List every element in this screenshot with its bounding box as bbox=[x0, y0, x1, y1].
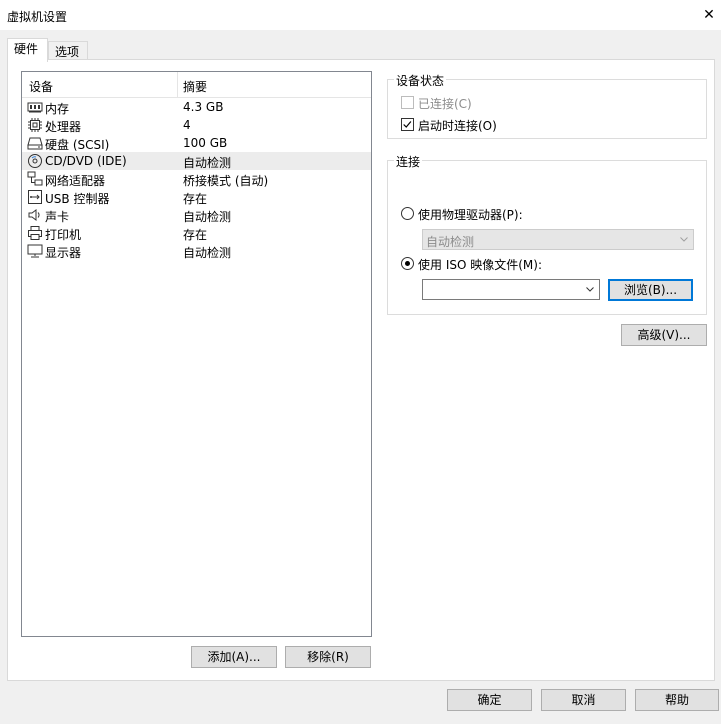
device-status-title: 设备状态 bbox=[394, 72, 447, 89]
hard-disk-icon bbox=[27, 137, 43, 150]
connect-at-power-on-label[interactable]: 启动时连接(O) bbox=[418, 117, 497, 134]
processor-icon bbox=[28, 118, 42, 132]
device-summary: 自动检测 bbox=[183, 210, 232, 224]
device-list[interactable]: 设备 摘要 内存 4.3 GB 处理器 4 硬盘 (SCSI) 100 GB C… bbox=[21, 71, 372, 637]
device-status-group: 设备状态 已连接(C) 启动时连接(O) bbox=[387, 72, 707, 139]
help-button[interactable]: 帮助 bbox=[635, 689, 719, 711]
tab-hardware-label: 硬件 bbox=[14, 42, 39, 56]
chevron-down-icon bbox=[680, 237, 688, 242]
column-header-summary[interactable]: 摘要 bbox=[183, 78, 207, 95]
dialog-footer: 确定 取消 帮助 bbox=[0, 683, 721, 724]
tab-hardware[interactable]: 硬件 bbox=[7, 38, 48, 62]
column-separator[interactable] bbox=[177, 72, 178, 98]
device-name: 显示器 bbox=[45, 246, 82, 260]
device-summary: 100 GB bbox=[183, 136, 228, 150]
connection-group: 连接 使用物理驱动器(P): 自动检测 使用 ISO 映像文件(M): 浏览(B… bbox=[387, 153, 707, 315]
hardware-tab-panel: 设备 摘要 内存 4.3 GB 处理器 4 硬盘 (SCSI) 100 GB C… bbox=[7, 59, 715, 681]
use-physical-drive-radio[interactable] bbox=[401, 207, 414, 220]
title-bar: 虚拟机设置 ✕ bbox=[0, 0, 721, 30]
device-row-usb-controller[interactable]: USB 控制器 存在 bbox=[22, 188, 371, 206]
radio-selected-dot bbox=[405, 261, 410, 266]
list-header: 设备 摘要 bbox=[22, 72, 371, 98]
network-adapter-icon bbox=[27, 171, 43, 186]
use-physical-drive-label[interactable]: 使用物理驱动器(P): bbox=[418, 206, 523, 223]
device-name: USB 控制器 bbox=[45, 192, 110, 206]
device-summary: 4 bbox=[183, 118, 191, 132]
physical-drive-value: 自动检测 bbox=[426, 235, 475, 249]
advanced-button[interactable]: 高级(V)... bbox=[621, 324, 707, 346]
use-iso-image-radio[interactable] bbox=[401, 257, 414, 270]
device-row-network-adapter[interactable]: 网络适配器 桥接模式 (自动) bbox=[22, 170, 371, 188]
speaker-icon bbox=[28, 209, 40, 221]
close-icon: ✕ bbox=[703, 7, 715, 23]
physical-drive-select[interactable]: 自动检测 bbox=[422, 229, 694, 250]
use-iso-image-label[interactable]: 使用 ISO 映像文件(M): bbox=[418, 256, 542, 273]
device-name: 硬盘 (SCSI) bbox=[45, 138, 110, 152]
device-summary: 存在 bbox=[183, 192, 208, 206]
browse-button[interactable]: 浏览(B)... bbox=[608, 279, 693, 301]
device-row-printer[interactable]: 打印机 存在 bbox=[22, 224, 371, 242]
device-name: 内存 bbox=[45, 102, 70, 116]
window-title: 虚拟机设置 bbox=[7, 10, 68, 24]
tab-options-label: 选项 bbox=[55, 45, 80, 59]
chevron-down-icon bbox=[586, 287, 594, 292]
memory-icon bbox=[27, 102, 43, 113]
remove-device-button[interactable]: 移除(R) bbox=[285, 646, 371, 668]
device-summary: 存在 bbox=[183, 228, 208, 242]
device-summary: 自动检测 bbox=[183, 246, 232, 260]
device-row-hard-disk[interactable]: 硬盘 (SCSI) 100 GB bbox=[22, 134, 371, 152]
device-row-processor[interactable]: 处理器 4 bbox=[22, 116, 371, 134]
device-name: 网络适配器 bbox=[45, 174, 106, 188]
device-name: 处理器 bbox=[45, 120, 82, 134]
device-row-cd-dvd[interactable]: CD/DVD (IDE) 自动检测 bbox=[22, 152, 371, 170]
device-row-display[interactable]: 显示器 自动检测 bbox=[22, 242, 371, 260]
close-button[interactable]: ✕ bbox=[697, 0, 721, 30]
device-row-memory[interactable]: 内存 4.3 GB bbox=[22, 98, 371, 116]
connected-label[interactable]: 已连接(C) bbox=[418, 95, 472, 112]
device-summary: 桥接模式 (自动) bbox=[183, 174, 269, 188]
connected-checkbox[interactable] bbox=[401, 96, 414, 109]
connect-at-power-on-checkbox[interactable] bbox=[401, 118, 414, 131]
add-device-button[interactable]: 添加(A)... bbox=[191, 646, 277, 668]
device-name: 打印机 bbox=[45, 228, 82, 242]
iso-image-path-combo[interactable] bbox=[422, 279, 600, 300]
device-row-sound-card[interactable]: 声卡 自动检测 bbox=[22, 206, 371, 224]
checkmark-icon bbox=[403, 121, 412, 128]
connection-title: 连接 bbox=[394, 153, 423, 170]
cd-dvd-icon bbox=[28, 154, 42, 168]
device-summary: 4.3 GB bbox=[183, 100, 224, 114]
column-header-device[interactable]: 设备 bbox=[29, 78, 53, 95]
ok-button[interactable]: 确定 bbox=[447, 689, 532, 711]
cancel-button[interactable]: 取消 bbox=[541, 689, 626, 711]
device-name: CD/DVD (IDE) bbox=[45, 154, 127, 168]
monitor-icon bbox=[27, 244, 43, 258]
device-summary: 自动检测 bbox=[183, 156, 232, 170]
device-name: 声卡 bbox=[45, 210, 70, 224]
usb-icon bbox=[28, 190, 42, 204]
dialog-client-area: 硬件 选项 设备 摘要 内存 4.3 GB 处理器 4 硬盘 (SCSI) 10… bbox=[0, 30, 721, 724]
printer-icon bbox=[28, 226, 42, 240]
